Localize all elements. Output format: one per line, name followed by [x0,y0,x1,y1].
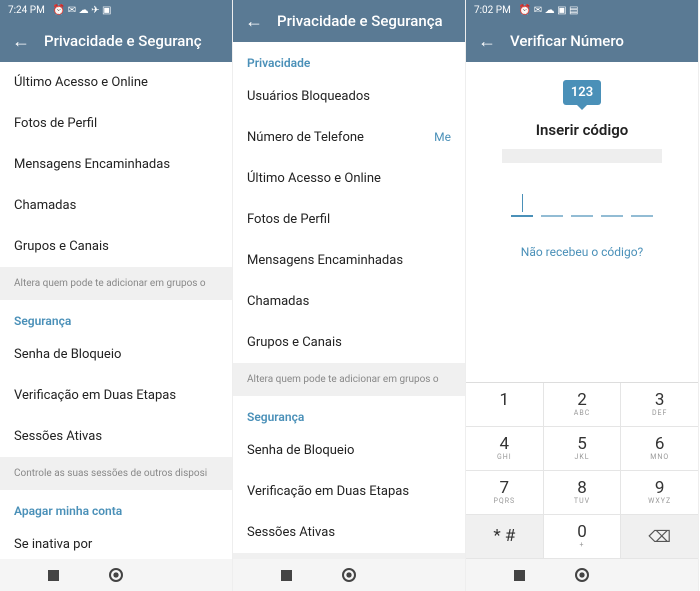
screen-privacy-2: ← Privacidade e Segurança Privacidade Us… [233,0,466,591]
key-1[interactable]: 1 [466,383,544,427]
numeric-keypad: 1 2ABC 3DEF 4GHI 5JKL 6MNO 7PQRS 8TUV 9W… [466,382,698,559]
text-cursor [522,194,523,212]
item-forwarded[interactable]: Mensagens Encaminhadas [0,144,232,185]
code-slot-5[interactable] [631,191,653,217]
code-slot-2[interactable] [541,191,563,217]
back-arrow-icon[interactable]: ← [12,31,30,52]
app-header: ← Privacidade e Segurança [233,0,465,42]
verify-title: Inserir código [536,121,629,139]
nav-back-icon[interactable] [639,570,650,581]
item-two-step[interactable]: Verificação em Duas Etapas [0,375,232,416]
section-security: Segurança [233,396,465,430]
nav-home-icon[interactable] [575,568,589,582]
settings-list: Último Acesso e Online Fotos de Perfil M… [0,62,232,559]
item-profile-photos[interactable]: Fotos de Perfil [233,199,465,240]
nav-recent-icon[interactable] [48,570,59,581]
backspace-icon: ⌫ [648,527,671,546]
nav-back-icon[interactable] [173,570,184,581]
header-title: Privacidade e Seguranç [44,32,202,50]
settings-list: Privacidade Usuários Bloqueados Número d… [233,42,465,559]
item-inactive[interactable]: Se inativa por [0,524,232,559]
header-title: Privacidade e Segurança [277,12,443,30]
key-4[interactable]: 4GHI [466,427,544,471]
item-groups[interactable]: Grupos e Canais [233,322,465,363]
key-0[interactable]: 0+ [544,515,622,559]
screen-verify: 7:02 PM ⏰ ✉ ☁ ▣ ▤ ← Verificar Número 123… [466,0,699,591]
code-slot-4[interactable] [601,191,623,217]
nav-home-icon[interactable] [109,568,123,582]
status-icons: ⏰ ✉ ☁ ▣ ▤ [519,5,579,16]
nav-bar [466,559,698,591]
app-header: ← Verificar Número [466,20,698,62]
item-passcode[interactable]: Senha de Bloqueio [0,334,232,375]
item-groups[interactable]: Grupos e Canais [0,226,232,267]
item-calls[interactable]: Chamadas [0,185,232,226]
key-2[interactable]: 2ABC [544,383,622,427]
back-arrow-icon[interactable]: ← [478,31,496,52]
code-input-group[interactable] [511,191,653,217]
item-blocked[interactable]: Usuários Bloqueados [233,76,465,117]
status-icons: ⏰ ✉ ☁ ✈ ▣ [53,5,112,16]
item-passcode[interactable]: Senha de Bloqueio [233,430,465,471]
key-symbols[interactable]: * # [466,515,544,559]
hint-groups: Altera quem pode te adicionar em grupos … [0,267,232,300]
status-bar: 7:02 PM ⏰ ✉ ☁ ▣ ▤ [466,0,698,20]
item-last-seen[interactable]: Último Acesso e Online [233,158,465,199]
key-6[interactable]: 6MNO [621,427,698,471]
key-5[interactable]: 5JKL [544,427,622,471]
nav-back-icon[interactable] [406,570,417,581]
key-9[interactable]: 9WXYZ [621,471,698,515]
status-time: 7:02 PM [474,5,511,16]
item-phone-value: Me [434,130,451,145]
item-two-step[interactable]: Verificação em Duas Etapas [233,471,465,512]
screen-privacy-1: 7:24 PM ⏰ ✉ ☁ ✈ ▣ ← Privacidade e Segura… [0,0,233,591]
verify-body: 123 Inserir código Não recebeu o código? [466,62,698,382]
item-phone[interactable]: Número de Telefone Me [233,117,465,158]
code-badge-icon: 123 [563,80,601,105]
nav-home-icon[interactable] [342,568,356,582]
nav-bar [0,559,232,591]
section-privacy: Privacidade [233,42,465,76]
item-sessions[interactable]: Sessões Ativas [0,416,232,457]
nav-recent-icon[interactable] [281,570,292,581]
resend-link[interactable]: Não recebeu o código? [521,245,643,259]
hint-sessions: Controle as suas sessões de outros dispo… [0,457,232,490]
key-8[interactable]: 8TUV [544,471,622,515]
nav-bar [233,559,465,591]
item-profile-photos[interactable]: Fotos de Perfil [0,103,232,144]
hint-groups: Altera quem pode te adicionar em grupos … [233,363,465,396]
code-slot-3[interactable] [571,191,593,217]
item-calls[interactable]: Chamadas [233,281,465,322]
section-delete: Apagar minha conta [0,490,232,524]
status-time: 7:24 PM [8,5,45,16]
key-3[interactable]: 3DEF [621,383,698,427]
status-bar: 7:24 PM ⏰ ✉ ☁ ✈ ▣ [0,0,232,20]
item-last-seen[interactable]: Último Acesso e Online [0,62,232,103]
app-header: ← Privacidade e Seguranç [0,20,232,62]
nav-recent-icon[interactable] [514,570,525,581]
verify-subtitle-redacted [502,149,662,163]
key-7[interactable]: 7PQRS [466,471,544,515]
item-sessions[interactable]: Sessões Ativas [233,512,465,553]
item-forwarded[interactable]: Mensagens Encaminhadas [233,240,465,281]
key-backspace[interactable]: ⌫ [621,515,698,559]
back-arrow-icon[interactable]: ← [245,11,263,32]
code-slot-1[interactable] [511,191,533,217]
section-security: Segurança [0,300,232,334]
header-title: Verificar Número [510,32,624,50]
